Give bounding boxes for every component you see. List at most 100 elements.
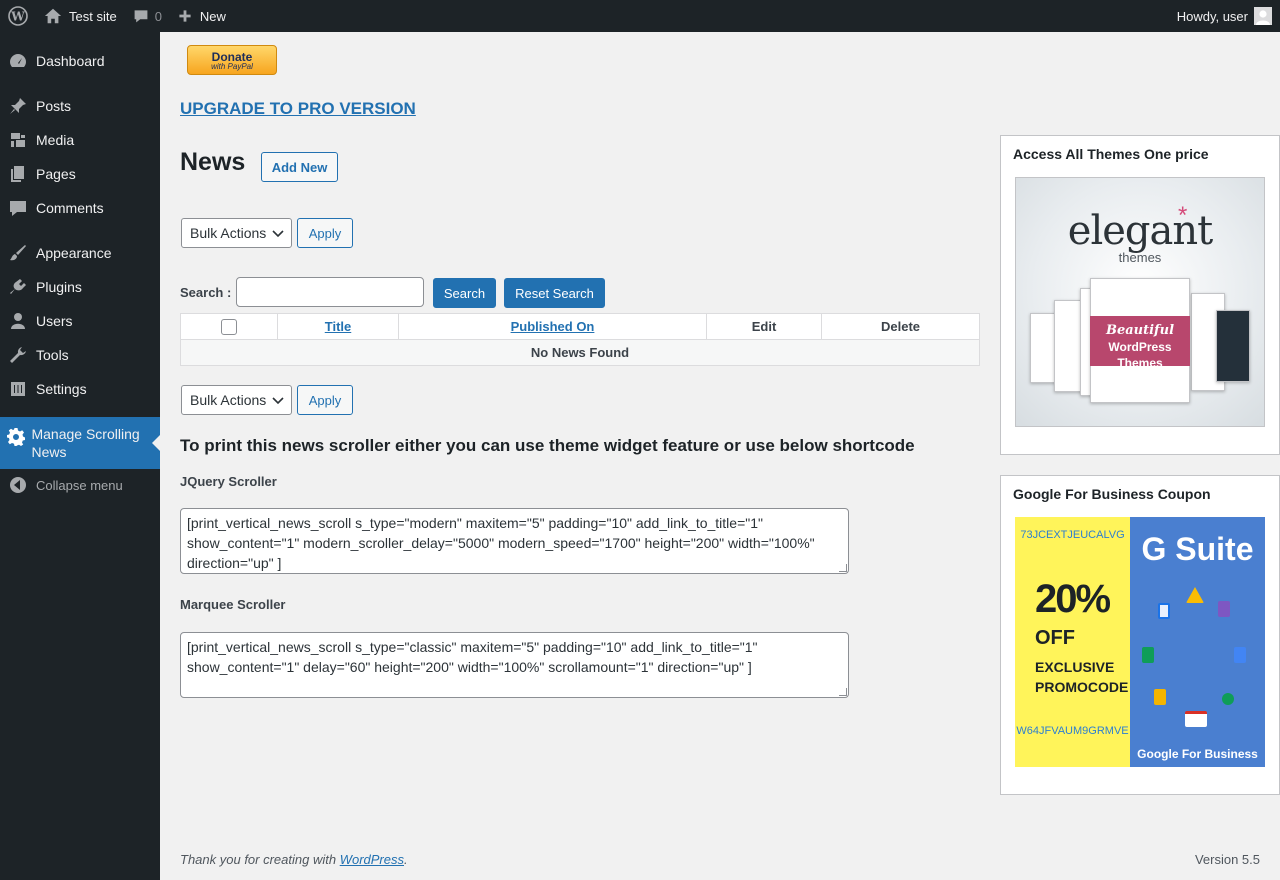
- sidebar-item-manage-scrolling-news[interactable]: Manage Scrolling News: [0, 417, 160, 469]
- collapse-menu-button[interactable]: Collapse menu: [0, 474, 160, 496]
- sidebar-item-label: Dashboard: [36, 53, 105, 69]
- gear-icon: [0, 427, 31, 447]
- add-new-button[interactable]: Add New: [261, 152, 338, 182]
- jquery-shortcode-textarea[interactable]: [print_vertical_news_scroll s_type="mode…: [180, 508, 849, 574]
- news-table: Title Published On Edit Delete No News F…: [180, 313, 980, 366]
- chevron-down-icon: [272, 230, 284, 238]
- docs-icon: [1234, 647, 1246, 663]
- account-menu[interactable]: Howdy, user: [1169, 0, 1280, 32]
- resize-handle-icon[interactable]: [839, 564, 847, 572]
- sort-published-on-link[interactable]: Published On: [511, 319, 595, 334]
- donate-sub-label: with PayPal: [211, 62, 253, 71]
- search-label: Search :: [180, 285, 232, 300]
- site-name-link[interactable]: Test site: [36, 0, 125, 32]
- coupon-code-top: 73JCEXTJEUCALVG: [1020, 529, 1125, 541]
- forms-icon: [1218, 601, 1230, 617]
- select-all-checkbox[interactable]: [221, 318, 237, 335]
- ribbon-bottom-text: WordPress Themes: [1108, 340, 1172, 370]
- admin-bar: W Test site 0 New Howdy, user: [0, 0, 1280, 32]
- sidebar-item-settings[interactable]: Settings: [0, 378, 160, 400]
- upgrade-link[interactable]: UPGRADE TO PRO VERSION: [180, 99, 416, 119]
- search-input[interactable]: [236, 277, 424, 307]
- avatar: [1254, 7, 1272, 25]
- drive-icon: [1186, 587, 1204, 603]
- bulk-actions-value: Bulk Actions: [190, 392, 267, 408]
- gmail-icon: [1185, 711, 1207, 727]
- coupon-code-bottom: W64JFVAUM9GRMVE: [1016, 725, 1129, 737]
- elegant-themes-banner[interactable]: elegant * themes Beautiful WordPress The…: [1015, 177, 1265, 427]
- pages-icon: [0, 164, 36, 184]
- comments-link[interactable]: 0: [125, 0, 170, 32]
- gsuite-foot: Google For Business: [1137, 747, 1258, 761]
- sidebar-item-pages[interactable]: Pages: [0, 163, 160, 185]
- jquery-scroller-label: JQuery Scroller: [180, 474, 277, 489]
- reset-search-button[interactable]: Reset Search: [504, 278, 605, 308]
- paypal-donate-button[interactable]: Donate with PayPal: [187, 45, 277, 75]
- gsuite-brand: G Suite: [1141, 531, 1254, 567]
- comment-icon: [0, 198, 36, 218]
- wordpress-link[interactable]: WordPress: [340, 852, 404, 867]
- footer-thanks: Thank you for creating with WordPress.: [180, 852, 408, 867]
- bulk-actions-select-top[interactable]: Bulk Actions: [181, 218, 292, 248]
- sidebar-item-label: Tools: [36, 347, 69, 363]
- sidebar-item-posts[interactable]: Posts: [0, 95, 160, 117]
- wrench-icon: [0, 345, 36, 365]
- site-name: Test site: [69, 8, 117, 24]
- hangouts-icon: [1222, 693, 1234, 705]
- resize-handle-icon[interactable]: [839, 688, 847, 696]
- comments-count: 0: [154, 8, 162, 24]
- coupon-panel: 73JCEXTJEUCALVG 20% OFF EXCLUSIVE PROMOC…: [1015, 517, 1130, 767]
- slides-icon: [1154, 689, 1166, 705]
- sidebar-item-users[interactable]: Users: [0, 310, 160, 332]
- pin-icon: [0, 96, 36, 116]
- jquery-shortcode-text: [print_vertical_news_scroll s_type="mode…: [187, 515, 815, 571]
- search-button[interactable]: Search: [433, 278, 496, 308]
- marquee-shortcode-textarea[interactable]: [print_vertical_news_scroll s_type="clas…: [180, 632, 849, 698]
- marquee-scroller-label: Marquee Scroller: [180, 597, 286, 612]
- column-delete: Delete: [821, 313, 980, 340]
- sort-title-link[interactable]: Title: [325, 319, 352, 334]
- elegant-logo-sub: themes: [1118, 250, 1162, 265]
- new-content-link[interactable]: New: [170, 0, 234, 32]
- sidebar-item-comments[interactable]: Comments: [0, 197, 160, 219]
- sidebar-item-tools[interactable]: Tools: [0, 344, 160, 366]
- sidebar-item-dashboard[interactable]: Dashboard: [0, 50, 160, 72]
- shortcode-heading: To print this news scroller either you c…: [180, 436, 915, 455]
- discount-off: OFF: [1035, 627, 1075, 649]
- exclusive-promocode: EXCLUSIVE PROMOCODE: [1035, 657, 1128, 697]
- brush-icon: [0, 243, 36, 263]
- themes-widget-title: Access All Themes One price: [1013, 146, 1209, 162]
- empty-message: No News Found: [180, 339, 980, 366]
- discount-percent: 20%: [1035, 577, 1111, 621]
- column-title: Title: [277, 313, 399, 340]
- gsuite-widget-title: Google For Business Coupon: [1013, 486, 1211, 502]
- ribbon-top-text: Beautiful: [1105, 323, 1175, 338]
- select-all-column: [180, 313, 278, 340]
- exclusive-text: EXCLUSIVE: [1035, 659, 1115, 675]
- collapse-label: Collapse menu: [36, 477, 123, 493]
- wordpress-logo-icon[interactable]: W: [0, 0, 36, 32]
- sidebar-item-media[interactable]: Media: [0, 129, 160, 151]
- sidebar-item-label: Posts: [36, 98, 72, 114]
- sidebar-item-plugins[interactable]: Plugins: [0, 276, 160, 298]
- sidebar-item-appearance[interactable]: Appearance: [0, 242, 160, 264]
- ribbon-banner: Beautiful WordPress Themes: [1090, 316, 1190, 370]
- sliders-icon: [0, 379, 36, 399]
- new-label: New: [199, 8, 226, 24]
- footer-thanks-text: Thank you for creating with: [180, 852, 337, 867]
- star-icon: *: [1178, 202, 1188, 229]
- elegant-logo: elegant: [1067, 208, 1213, 254]
- column-edit: Edit: [706, 313, 822, 340]
- footer-period: .: [404, 852, 408, 867]
- media-icon: [0, 130, 36, 150]
- calendar-icon: [1158, 603, 1170, 619]
- theme-screenshot: [1216, 310, 1250, 382]
- table-header-row: Title Published On Edit Delete: [180, 313, 980, 340]
- apply-button-top[interactable]: Apply: [297, 218, 353, 248]
- bulk-actions-select-bottom[interactable]: Bulk Actions: [181, 385, 292, 415]
- chevron-down-icon: [272, 397, 284, 405]
- admin-sidebar: Dashboard Posts Media Pages Comments App…: [0, 32, 160, 880]
- footer-version: Version 5.5: [1194, 852, 1260, 867]
- apply-button-bottom[interactable]: Apply: [297, 385, 353, 415]
- gsuite-coupon-banner[interactable]: 73JCEXTJEUCALVG 20% OFF EXCLUSIVE PROMOC…: [1015, 517, 1265, 767]
